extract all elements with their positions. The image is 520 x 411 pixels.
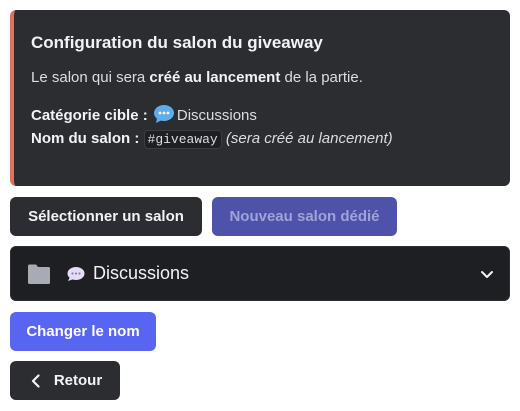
speech-bubble-icon bbox=[153, 105, 174, 123]
desc-bold: créé au lancement bbox=[149, 69, 281, 86]
change-name-button[interactable]: Changer le nom bbox=[10, 312, 156, 351]
category-line: Catégorie cible : Discussions bbox=[31, 104, 494, 127]
name-line: Nom du salon : #giveaway (sera créé au l… bbox=[31, 127, 494, 151]
select-channel-button[interactable]: Sélectionner un salon bbox=[10, 197, 202, 236]
category-select-label: Discussions bbox=[93, 263, 190, 283]
embed-description: Le salon qui sera créé au lancement de l… bbox=[31, 66, 494, 89]
change-name-label: Changer le nom bbox=[26, 323, 140, 340]
chevron-left-icon bbox=[31, 373, 40, 388]
category-select-value: Discussions bbox=[27, 262, 479, 286]
desc-prefix: Le salon qui sera bbox=[31, 69, 150, 86]
folder-icon bbox=[28, 264, 50, 284]
category-select[interactable]: Discussions bbox=[10, 246, 510, 301]
new-channel-button[interactable]: Nouveau salon dédié bbox=[212, 197, 397, 236]
back-label: Retour bbox=[53, 372, 103, 389]
embed-title: Configuration du salon du giveaway bbox=[31, 33, 323, 52]
new-channel-label: Nouveau salon dédié bbox=[229, 208, 380, 225]
chevron-down-icon[interactable] bbox=[479, 266, 495, 282]
select-channel-label: Sélectionner un salon bbox=[28, 208, 184, 225]
channel-name-code: #giveaway bbox=[143, 130, 222, 149]
desc-suffix: de la partie. bbox=[280, 69, 363, 86]
name-label: Nom du salon : bbox=[31, 130, 140, 147]
speech-bubble-icon bbox=[67, 266, 85, 281]
category-label: Catégorie cible : bbox=[31, 107, 148, 124]
category-value: Discussions bbox=[176, 107, 257, 124]
config-embed: Configuration du salon du giveaway Le sa… bbox=[10, 10, 510, 186]
back-button[interactable]: Retour bbox=[10, 361, 120, 400]
name-note: (sera créé au lancement) bbox=[225, 130, 393, 147]
